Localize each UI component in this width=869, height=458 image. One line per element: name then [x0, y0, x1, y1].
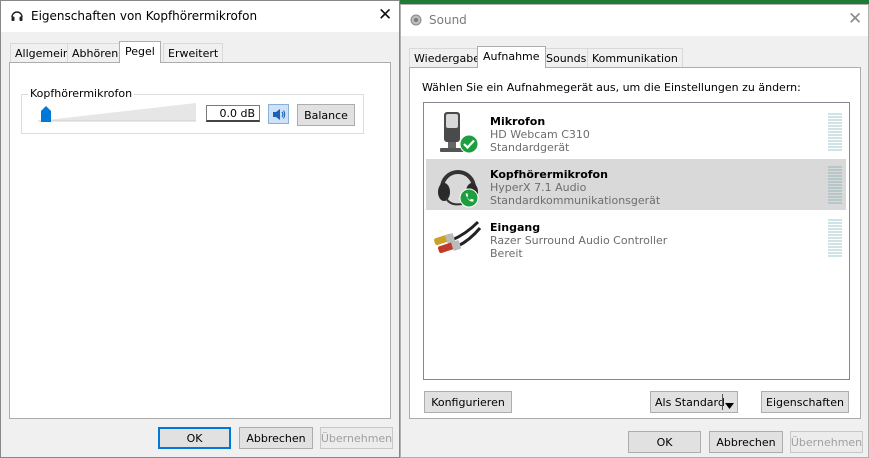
pegel-panel: Kopfhörermikrofon 0.0 dB Balance	[9, 62, 391, 419]
aufnahme-panel: Wählen Sie ein Aufnahmegerät aus, um die…	[409, 67, 861, 419]
tab-pegel[interactable]: Pegel	[119, 41, 161, 63]
cancel-button[interactable]: Abbrechen	[239, 427, 313, 449]
list-item[interactable]: Mikrofon HD Webcam C310 Standardgerät	[426, 106, 846, 157]
ok-button[interactable]: OK	[628, 431, 701, 453]
device-model: HD Webcam C310	[490, 128, 590, 141]
set-default-label[interactable]: Als Standard	[655, 396, 725, 409]
properties-title: Eigenschaften von Kopfhörermikrofon	[31, 9, 258, 23]
ok-button[interactable]: OK	[158, 427, 231, 449]
device-name: Eingang	[490, 221, 541, 234]
apply-button: Übernehmen	[320, 427, 393, 449]
cancel-button[interactable]: Abbrechen	[709, 431, 783, 453]
sound-titlebar: Sound ✕	[401, 5, 868, 36]
device-status: Standardkommunikationsgerät	[490, 194, 661, 207]
sound-dialog: Sound ✕ Wiedergabe Aufnahme Sounds Kommu…	[400, 4, 869, 458]
tab-sounds[interactable]: Sounds	[541, 48, 592, 68]
chevron-down-icon[interactable]	[725, 399, 734, 412]
phone-badge-icon	[459, 188, 479, 211]
tab-aufnahme[interactable]: Aufnahme	[477, 46, 546, 68]
list-item[interactable]: Eingang Razer Surround Audio Controller …	[426, 212, 846, 263]
level-meter	[828, 113, 842, 152]
level-value: 0.0 dB	[219, 107, 255, 120]
device-list[interactable]: Mikrofon HD Webcam C310 Standardgerät Ko…	[423, 102, 850, 380]
tab-allgemein[interactable]: Allgemein	[10, 43, 75, 63]
properties-titlebar: Eigenschaften von Kopfhörermikrofon ✕	[1, 1, 399, 32]
group-label: Kopfhörermikrofon	[28, 87, 135, 100]
device-model: HyperX 7.1 Audio	[490, 181, 587, 194]
set-default-splitbutton[interactable]: Als Standard	[650, 391, 738, 413]
properties-dialog: Eigenschaften von Kopfhörermikrofon ✕ Al…	[0, 0, 400, 458]
rca-cable-icon	[432, 218, 482, 261]
balance-button[interactable]: Balance	[297, 104, 355, 126]
close-icon[interactable]: ✕	[378, 7, 392, 24]
level-value-field[interactable]: 0.0 dB	[206, 105, 260, 122]
level-meter	[828, 166, 842, 205]
mute-toggle-button[interactable]	[268, 104, 289, 124]
checkmark-badge-icon	[459, 134, 479, 157]
apply-button: Übernehmen	[790, 431, 863, 453]
sound-title: Sound	[429, 13, 467, 27]
device-name: Mikrofon	[490, 115, 546, 128]
device-status: Bereit	[490, 247, 523, 260]
properties-button[interactable]: Eigenschaften	[761, 391, 849, 413]
level-meter	[828, 219, 842, 258]
tab-erweitert[interactable]: Erweitert	[163, 43, 224, 63]
slider-thumb[interactable]	[41, 106, 51, 122]
list-item[interactable]: Kopfhörermikrofon HyperX 7.1 Audio Stand…	[426, 159, 846, 210]
instruction-text: Wählen Sie ein Aufnahmegerät aus, um die…	[422, 81, 801, 94]
device-model: Razer Surround Audio Controller	[490, 234, 668, 247]
tab-abhoeren[interactable]: Abhören	[67, 43, 124, 63]
device-status: Standardgerät	[490, 141, 570, 154]
configure-button[interactable]: Konfigurieren	[424, 391, 512, 413]
headset-app-icon	[10, 9, 24, 26]
tab-wiedergabe[interactable]: Wiedergabe	[409, 48, 486, 68]
speaker-icon	[272, 108, 286, 124]
close-icon[interactable]: ✕	[848, 11, 862, 28]
sound-app-icon	[410, 14, 422, 29]
tab-kommunikation[interactable]: Kommunikation	[587, 48, 683, 68]
level-slider[interactable]	[38, 101, 196, 123]
device-name: Kopfhörermikrofon	[490, 168, 608, 181]
